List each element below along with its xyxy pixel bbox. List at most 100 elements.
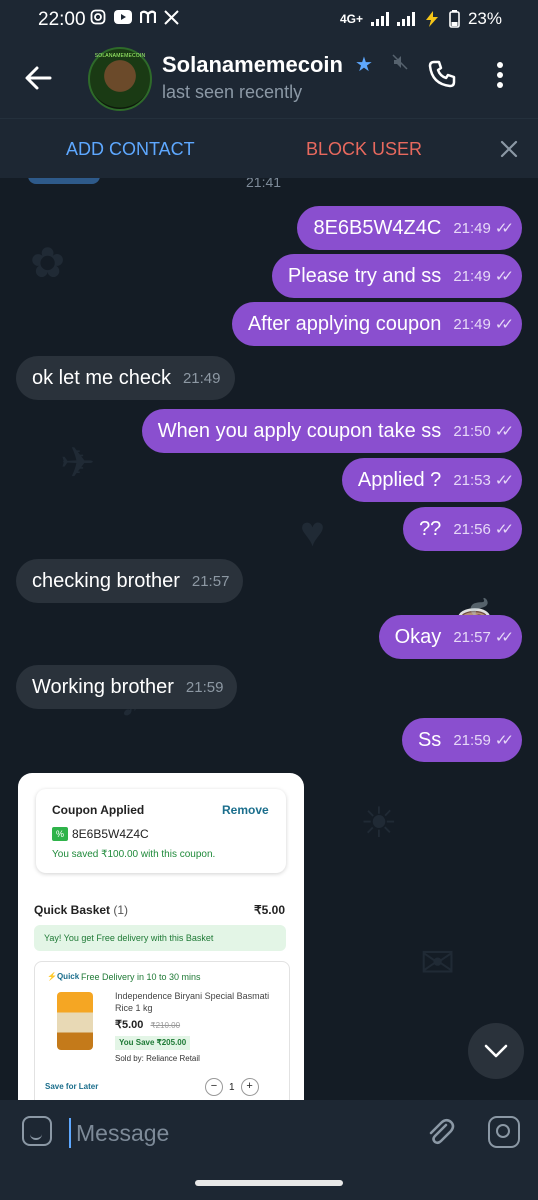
read-ticks-icon: ✓✓: [494, 629, 514, 646]
basket-title-text: Quick Basket: [34, 903, 111, 917]
product-price-row: ₹5.00 ₹210.00: [115, 1018, 180, 1031]
system-indicators: 4G+ 23%: [340, 9, 502, 29]
scroll-down-button[interactable]: [468, 1023, 524, 1079]
message-text: When you apply coupon take ss: [157, 419, 442, 442]
message-text: Applied ?: [357, 468, 442, 491]
outgoing-message[interactable]: Applied ? 21:53 ✓✓: [341, 458, 522, 502]
outgoing-message[interactable]: After applying coupon 21:49 ✓✓: [231, 302, 522, 346]
coupon-code-text: 8E6B5W4Z4C: [72, 827, 149, 841]
message-time: 21:56: [453, 520, 491, 538]
remove-coupon-link: Remove: [222, 803, 269, 817]
avatar[interactable]: SOLANAMEMECOIN: [88, 47, 152, 111]
read-ticks-icon: ✓✓: [494, 220, 514, 237]
coupon-card: Coupon Applied Remove % 8E6B5W4Z4C You s…: [36, 789, 286, 873]
contact-name[interactable]: Solanamemecoin: [162, 52, 352, 78]
product-image: [57, 992, 93, 1050]
coupon-code: % 8E6B5W4Z4C: [52, 827, 149, 841]
message-composer: [0, 1100, 538, 1166]
system-nav-bar: [0, 1166, 538, 1200]
youtube-icon: [114, 10, 132, 24]
battery-icon: [449, 10, 460, 28]
product-mrp: ₹210.00: [150, 1021, 181, 1030]
read-ticks-icon: ✓✓: [494, 472, 514, 489]
minus-icon: −: [205, 1078, 223, 1096]
product-price: ₹5.00: [115, 1019, 144, 1031]
message-time: 21:59: [453, 731, 491, 749]
outgoing-message[interactable]: Ss 21:59 ✓✓: [401, 718, 522, 762]
message-text: After applying coupon: [247, 312, 442, 335]
message-text: Working brother: [32, 675, 174, 698]
incoming-message[interactable]: Working brother 21:59: [16, 665, 238, 709]
sold-by: Sold by: Reliance Retail: [115, 1054, 200, 1063]
muted-icon: [392, 54, 408, 70]
status-bar: 22:00 4G+ 23%: [0, 0, 538, 40]
instagram-icon: [90, 9, 106, 25]
message-text: ??: [419, 517, 442, 540]
close-icon[interactable]: [500, 140, 518, 158]
more-vertical-icon[interactable]: [496, 62, 504, 88]
basket-price: ₹5.00: [254, 903, 285, 917]
delivery-text: Free Delivery in 10 to 30 mins: [81, 972, 201, 982]
camera-icon[interactable]: [488, 1116, 520, 1148]
message-time: 21:49: [182, 369, 221, 387]
read-ticks-icon: ✓✓: [494, 732, 514, 749]
coupon-saved-text: You saved ₹100.00 with this coupon.: [52, 849, 216, 860]
outgoing-message[interactable]: When you apply coupon take ss 21:50 ✓✓: [141, 409, 522, 453]
basket-title: Quick Basket (1): [34, 903, 128, 917]
chat-header: SOLANAMEMECOIN Solanamemecoin ★ last see…: [0, 40, 538, 118]
message-time: 21:59: [185, 678, 224, 696]
outgoing-message[interactable]: ?? 21:56 ✓✓: [403, 507, 522, 551]
avatar-text: SOLANAMEMECOIN: [94, 53, 146, 59]
message-text: checking brother: [32, 569, 180, 592]
previous-message-bubble: [28, 178, 100, 184]
outgoing-message[interactable]: Please try and ss 21:49 ✓✓: [271, 254, 522, 298]
chat-area[interactable]: ✿ ☂ ✈ ♥ ☕ ♪ ☀ ✉ 21:41 8E6B5W4Z4C 21:49 ✓…: [0, 178, 538, 1100]
quick-badge: ⚡Quick: [47, 972, 80, 981]
read-ticks-icon: ✓✓: [494, 316, 514, 333]
read-ticks-icon: ✓✓: [494, 268, 514, 285]
previous-message-time: 21:41: [246, 178, 282, 190]
incoming-message[interactable]: ok let me check 21:49: [16, 356, 235, 400]
message-input[interactable]: [74, 1112, 378, 1154]
message-time: 21:50: [453, 422, 491, 440]
incoming-message[interactable]: checking brother 21:57: [16, 559, 244, 603]
star-icon: ★: [355, 54, 373, 76]
block-user-button[interactable]: BLOCK USER: [306, 139, 422, 160]
quantity-stepper: − 1 +: [205, 1078, 259, 1096]
back-arrow-icon[interactable]: [24, 64, 52, 92]
text-cursor: [69, 1118, 71, 1148]
coupon-title: Coupon Applied: [52, 803, 145, 817]
message-time: 21:57: [191, 572, 230, 590]
add-contact-button[interactable]: ADD CONTACT: [66, 139, 195, 160]
background-doodle: ☀: [360, 799, 398, 846]
background-doodle: ♥: [300, 508, 325, 555]
plus-icon: +: [240, 1078, 259, 1096]
message-text: Ss: [417, 728, 442, 751]
phone-icon[interactable]: [428, 60, 456, 88]
attach-icon[interactable]: [424, 1116, 456, 1148]
background-doodle: ✿: [30, 239, 66, 286]
message-text: ok let me check: [32, 366, 171, 389]
image-message[interactable]: Coupon Applied Remove % 8E6B5W4Z4C You s…: [18, 773, 304, 1100]
outgoing-message[interactable]: 8E6B5W4Z4C 21:49 ✓✓: [297, 206, 522, 250]
message-text: 8E6B5W4Z4C: [313, 216, 442, 239]
battery-level: 23%: [467, 9, 502, 28]
read-ticks-icon: ✓✓: [494, 521, 514, 538]
signal-icon-2: [396, 12, 415, 26]
message-time: 21:49: [453, 219, 491, 237]
percent-icon: %: [52, 827, 68, 841]
sticker-emoji-icon[interactable]: [22, 1116, 52, 1146]
message-time: 21:49: [453, 267, 491, 285]
message-time: 21:57: [453, 628, 491, 646]
message-text: Okay: [394, 625, 442, 648]
free-delivery-banner: Yay! You get Free delivery with this Bas…: [34, 925, 286, 951]
product-card: ⚡Quick Free Delivery in 10 to 30 mins In…: [34, 961, 290, 1100]
outgoing-message[interactable]: Okay 21:57 ✓✓: [378, 615, 522, 659]
last-seen-status: last seen recently: [162, 82, 303, 102]
chevron-down-icon: [484, 1044, 508, 1058]
home-gesture-bar[interactable]: [195, 1180, 343, 1186]
background-doodle: ✈: [60, 439, 96, 486]
read-ticks-icon: ✓✓: [494, 423, 514, 440]
message-time: 21:53: [453, 471, 491, 489]
product-name: Independence Biryani Special Basmati Ric…: [115, 991, 270, 1013]
